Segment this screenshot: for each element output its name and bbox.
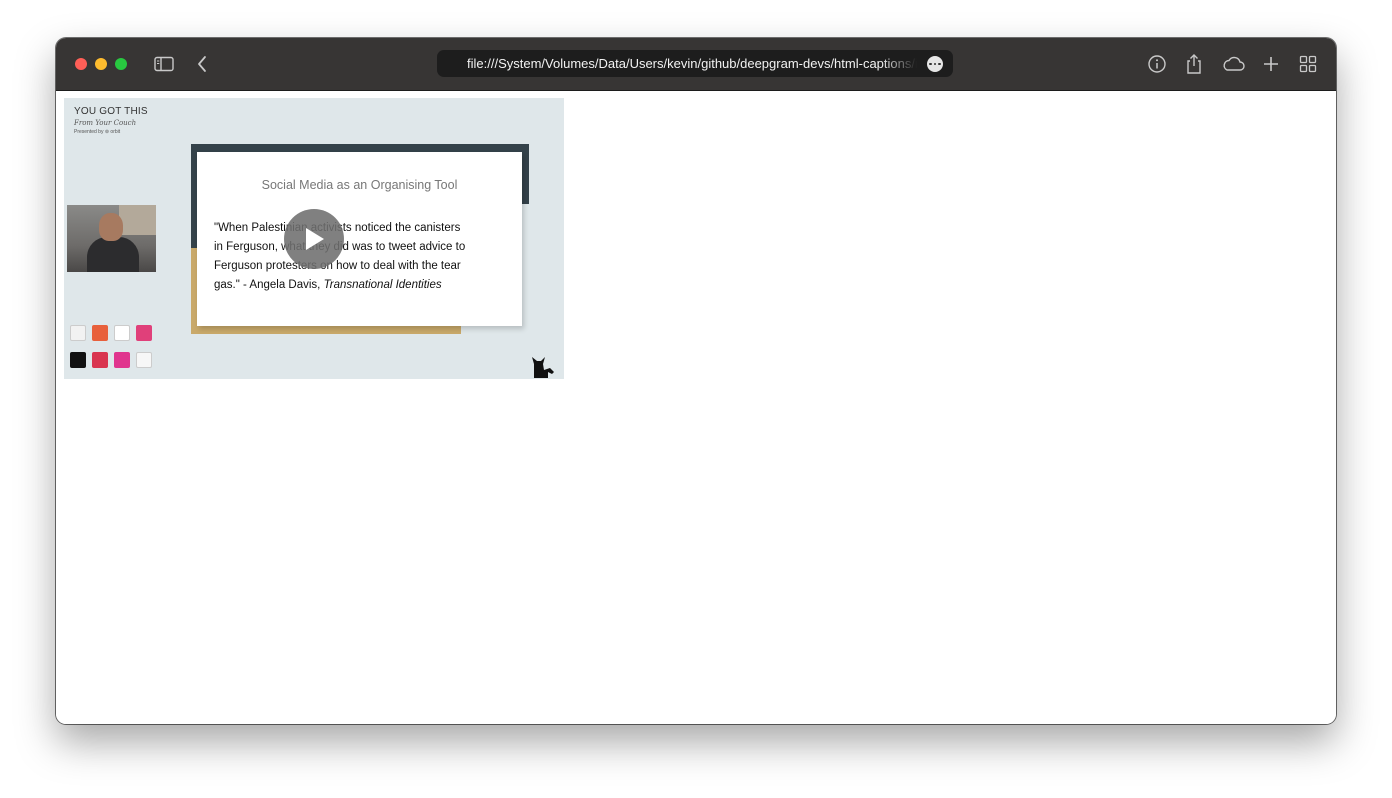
speaker-webcam xyxy=(67,205,156,272)
brand-title: YOU GOT THIS xyxy=(74,106,148,117)
cat-silhouette-icon xyxy=(532,357,554,378)
quote-attribution: gas." - Angela Davis, xyxy=(214,279,324,291)
sponsor-logo xyxy=(114,352,130,368)
sponsor-logos xyxy=(70,325,160,375)
play-button[interactable] xyxy=(284,209,344,269)
maximize-window-button[interactable] xyxy=(115,58,127,70)
video-player[interactable]: YOU GOT THIS From Your Couch Presented b… xyxy=(64,98,564,379)
slide-frame-accent-right xyxy=(522,144,529,204)
page-content: YOU GOT THIS From Your Couch Presented b… xyxy=(56,91,1336,724)
brand-sponsor-line: Presented by ⊚ orbit xyxy=(74,129,121,135)
quote-source: Transnational Identities xyxy=(323,279,442,291)
event-brand: YOU GOT THIS From Your Couch Presented b… xyxy=(74,106,148,136)
sponsor-logo xyxy=(92,325,108,341)
url-text[interactable]: file:///System/Volumes/Data/Users/kevin/… xyxy=(467,56,917,72)
sponsor-logo xyxy=(136,352,152,368)
presentation-slide: Social Media as an Organising Tool "When… xyxy=(197,152,522,326)
slide-quote: "When Palestinian activists noticed the … xyxy=(214,219,506,295)
quote-line: gas." - Angela Davis, Transnational Iden… xyxy=(214,276,506,295)
quote-line: "When Palestinian activists noticed the … xyxy=(214,222,461,234)
browser-window: file:///System/Volumes/Data/Users/kevin/… xyxy=(56,38,1336,724)
sponsor-logo xyxy=(70,325,86,341)
share-icon[interactable] xyxy=(1182,52,1206,76)
cloud-icon[interactable] xyxy=(1221,52,1245,76)
sponsor-logo xyxy=(92,352,108,368)
quote-line: in Ferguson, what they did was to tweet … xyxy=(214,241,466,253)
slide-title: Social Media as an Organising Tool xyxy=(261,178,458,192)
sponsor-logo xyxy=(114,325,130,341)
quote-line: Ferguson protesters on how to deal with … xyxy=(214,260,461,272)
tab-overview-icon[interactable] xyxy=(1296,52,1320,76)
brand-subtitle: From Your Couch xyxy=(74,119,137,127)
address-bar[interactable]: file:///System/Volumes/Data/Users/kevin/… xyxy=(437,50,953,77)
browser-toolbar: file:///System/Volumes/Data/Users/kevin/… xyxy=(56,38,1336,91)
sponsor-logo xyxy=(70,352,86,368)
sponsor-logo xyxy=(136,325,152,341)
chevron-left-icon[interactable] xyxy=(190,52,214,76)
slide-gold-accent-bottom xyxy=(191,326,461,334)
more-options-icon[interactable] xyxy=(927,56,943,72)
close-window-button[interactable] xyxy=(75,58,87,70)
minimize-window-button[interactable] xyxy=(95,58,107,70)
play-icon xyxy=(306,228,324,250)
info-icon[interactable] xyxy=(1145,52,1169,76)
plus-icon[interactable] xyxy=(1259,52,1283,76)
sidebar-icon[interactable] xyxy=(152,52,176,76)
